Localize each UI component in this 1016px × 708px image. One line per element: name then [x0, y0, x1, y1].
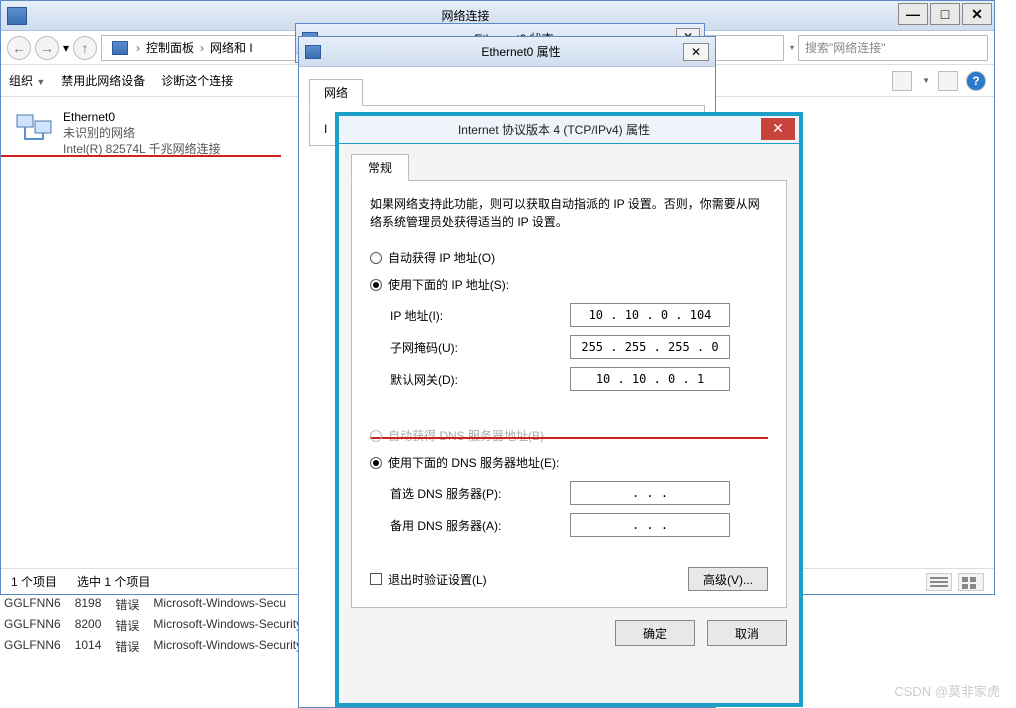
dialog-titlebar[interactable]: Internet 协议版本 4 (TCP/IPv4) 属性 ✕ [339, 116, 799, 144]
tab-network[interactable]: 网络 [309, 79, 363, 106]
network-adapter-item[interactable]: Ethernet0 未识别的网络 Intel(R) 82574L 千兆网络连接 [15, 109, 221, 157]
disable-device-button[interactable]: 禁用此网络设备 [61, 72, 145, 89]
control-panel-icon [112, 41, 128, 55]
forward-button[interactable]: → [35, 36, 59, 60]
close-button[interactable]: ✕ [962, 3, 992, 25]
radio-icon [370, 252, 382, 264]
view-dropdown-icon[interactable]: ▼ [922, 76, 930, 85]
description-text: 如果网络支持此功能，则可以获取自动指派的 IP 设置。否则，你需要从网络系统管理… [370, 195, 768, 231]
window-title: 网络连接 [33, 7, 898, 24]
radio-auto-dns: 自动获得 DNS 服务器地址(B) [370, 427, 768, 444]
selected-count: 选中 1 个项目 [77, 573, 150, 590]
history-dropdown-icon[interactable]: ▾ [63, 41, 69, 55]
help-icon[interactable]: ? [966, 71, 986, 91]
checkbox-icon [370, 573, 382, 585]
annotation-underline [370, 437, 768, 439]
radio-use-dns[interactable]: 使用下面的 DNS 服务器地址(E): [370, 454, 768, 471]
window-icon [305, 45, 321, 59]
view-icon[interactable] [892, 71, 912, 91]
item-count: 1 个项目 [11, 573, 57, 590]
adapter-status: 未识别的网络 [63, 125, 221, 141]
preferred-dns-input[interactable]: . . . [570, 481, 730, 505]
window-icon [7, 7, 27, 25]
default-gateway-input[interactable]: 10 . 10 . 0 . 1 [570, 367, 730, 391]
event-row: GGLFNN68198错误Microsoft-Windows-Secu [0, 594, 326, 615]
ipv4-properties-dialog: Internet 协议版本 4 (TCP/IPv4) 属性 ✕ 常规 如果网络支… [335, 112, 803, 707]
tab-general[interactable]: 常规 [351, 154, 409, 181]
dialog-title: Internet 协议版本 4 (TCP/IPv4) 属性 [347, 121, 761, 138]
validate-checkbox[interactable]: 退出时验证设置(L) [370, 571, 487, 588]
adapter-name: Ethernet0 [63, 109, 221, 125]
diagnose-button[interactable]: 诊断这个连接 [161, 72, 233, 89]
minimize-button[interactable]: — [898, 3, 928, 25]
radio-auto-ip[interactable]: 自动获得 IP 地址(O) [370, 249, 768, 266]
preferred-dns-label: 首选 DNS 服务器(P): [390, 485, 570, 502]
watermark: CSDN @莫非家虎 [894, 681, 1000, 700]
search-input[interactable]: 搜索"网络连接" [798, 35, 988, 61]
path-dropdown-icon[interactable]: ▾ [790, 43, 794, 52]
default-gateway-label: 默认网关(D): [390, 371, 570, 388]
up-button[interactable]: ↑ [73, 36, 97, 60]
breadcrumb-segment[interactable]: 控制面板 [142, 39, 198, 56]
subnet-mask-label: 子网掩码(U): [390, 339, 570, 356]
cancel-button[interactable]: 取消 [707, 620, 787, 646]
ip-address-input[interactable]: 10 . 10 . 0 . 104 [570, 303, 730, 327]
radio-icon [370, 430, 382, 442]
organize-menu[interactable]: 组织 ▼ [9, 72, 45, 89]
large-icons-view-button[interactable] [958, 573, 984, 591]
event-row: GGLFNN68200错误Microsoft-Windows-Security- [0, 615, 326, 636]
event-log-rows: GGLFNN68198错误Microsoft-Windows-Secu GGLF… [0, 594, 326, 657]
window-title: Ethernet0 属性 [327, 43, 715, 60]
close-button[interactable]: ✕ [761, 118, 795, 140]
ip-address-label: IP 地址(I): [390, 307, 570, 324]
breadcrumb-segment[interactable]: 网络和 I [206, 39, 257, 56]
adapter-icon [15, 109, 55, 147]
radio-use-ip[interactable]: 使用下面的 IP 地址(S): [370, 276, 768, 293]
event-row: GGLFNN61014错误Microsoft-Windows-Security-… [0, 636, 326, 657]
alternate-dns-label: 备用 DNS 服务器(A): [390, 517, 570, 534]
ok-button[interactable]: 确定 [615, 620, 695, 646]
subnet-mask-input[interactable]: 255 . 255 . 255 . 0 [570, 335, 730, 359]
advanced-button[interactable]: 高级(V)... [688, 567, 768, 591]
radio-icon [370, 279, 382, 291]
close-button[interactable]: ✕ [683, 43, 709, 61]
maximize-button[interactable]: □ [930, 3, 960, 25]
annotation-underline [1, 155, 281, 157]
preview-pane-icon[interactable] [938, 71, 958, 91]
details-view-button[interactable] [926, 573, 952, 591]
back-button[interactable]: ← [7, 36, 31, 60]
alternate-dns-input[interactable]: . . . [570, 513, 730, 537]
radio-icon [370, 457, 382, 469]
